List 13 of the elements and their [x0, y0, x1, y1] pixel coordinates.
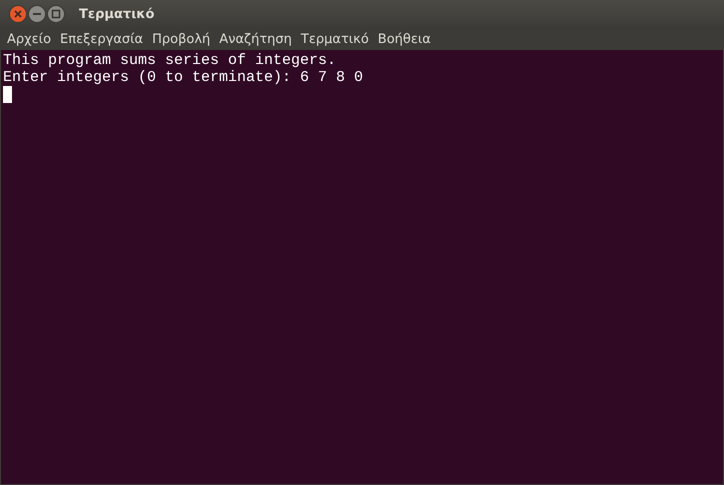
terminal-line: Enter integers (0 to terminate): 6 7 8 0 — [3, 69, 364, 86]
menu-item[interactable]: Προβολή — [152, 32, 210, 46]
terminal-line: This program sums series of integers. — [3, 52, 336, 69]
menu-item[interactable]: Επεξεργασία — [60, 32, 144, 46]
menu-item[interactable]: Αρχείο — [7, 32, 52, 46]
minimize-icon[interactable] — [28, 5, 46, 23]
close-icon[interactable] — [9, 5, 27, 23]
terminal-area[interactable]: This program sums series of integers. Enter integers (0 to terminate): 6 7 8 0 — [0, 50, 724, 485]
menu-item[interactable]: Τερματικό — [300, 32, 369, 46]
maximize-icon[interactable] — [47, 5, 65, 23]
menu-item[interactable]: Βοήθεια — [378, 32, 431, 46]
window-title: Τερματικό — [79, 6, 154, 22]
menu-item[interactable]: Αναζήτηση — [219, 32, 292, 46]
